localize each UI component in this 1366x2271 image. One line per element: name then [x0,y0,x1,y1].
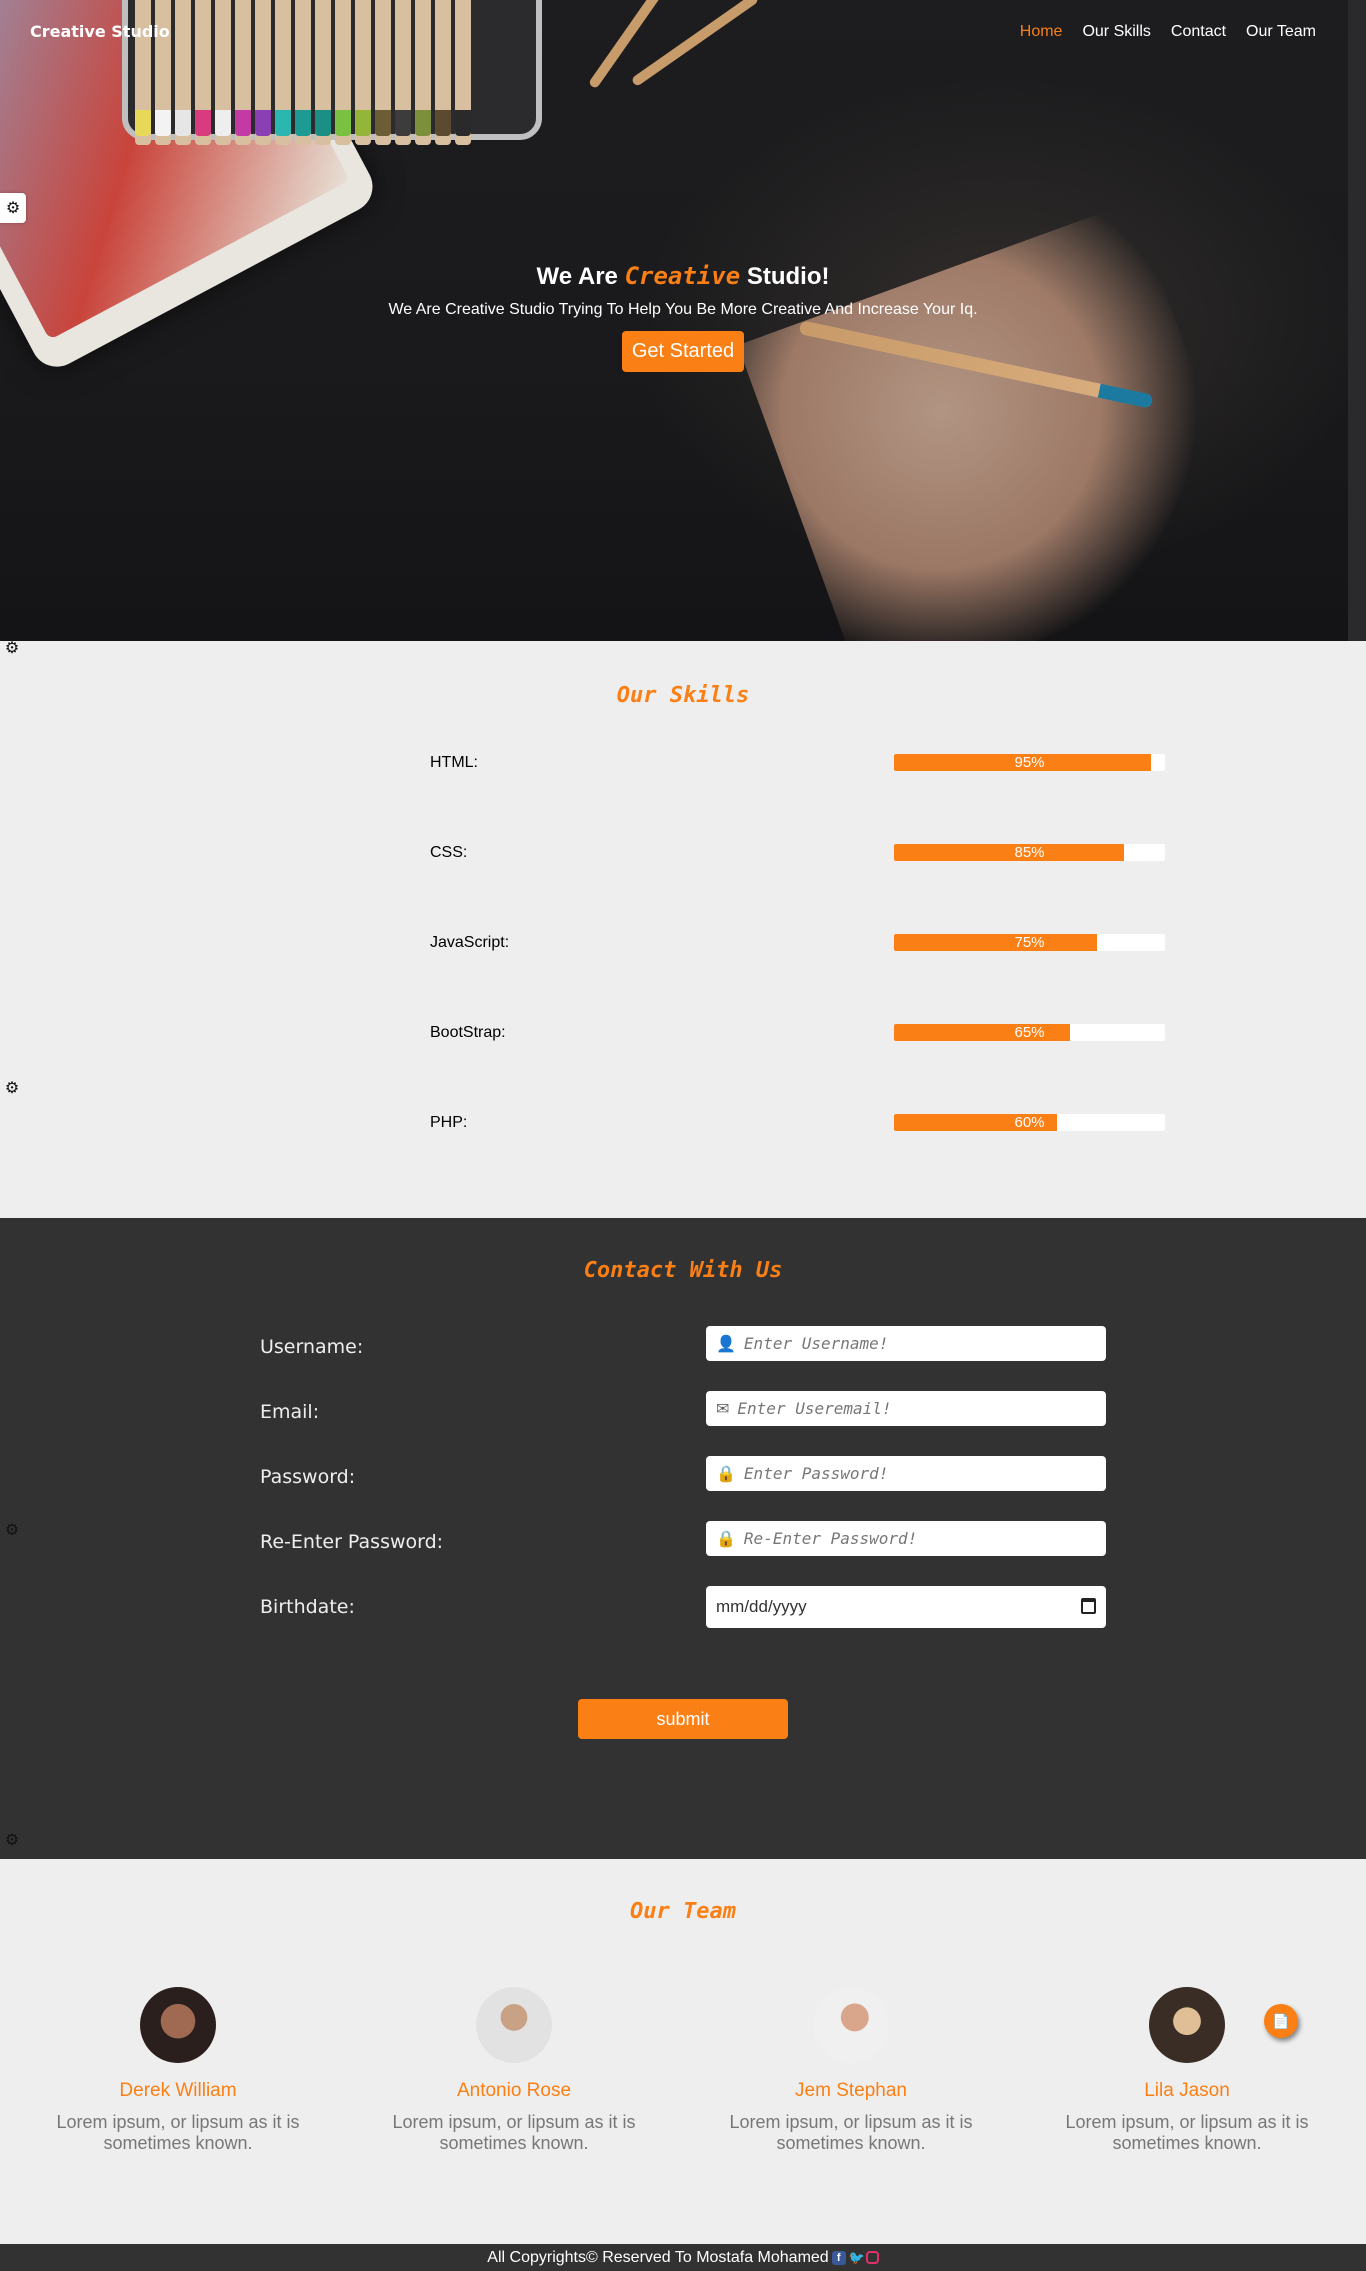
facebook-icon[interactable]: f [831,2250,846,2265]
brand-logo[interactable]: Creative Studio [30,22,170,41]
hero-section: Creative Studio Home Our Skills Contact … [0,0,1366,641]
form-row-email: Email: ✉ Enter Useremail! [260,1391,1106,1427]
team-member-card: Antonio Rose Lorem ipsum, or lipsum as i… [364,1987,664,2154]
hero-title-after: Studio! [746,263,830,290]
team-section: Our Team Derek William Lorem ipsum, or l… [0,1859,1366,2244]
skill-percent: 65% [1014,1024,1045,1041]
lock-icon: 🔒 [716,1465,736,1483]
password-field[interactable]: 🔒 Enter Password! [706,1456,1106,1491]
twitter-icon[interactable]: 🐦 [849,2250,865,2265]
member-description: Lorem ipsum, or lipsum as it is sometime… [729,2112,973,2153]
hero-title: We Are Creative Studio! [0,262,1366,291]
user-icon: 👤 [716,1335,736,1353]
username-placeholder: Enter Username! [743,1334,889,1353]
password-label: Password: [260,1466,356,1488]
contact-section: Contact With Us Username: 👤 Enter Userna… [0,1218,1366,1859]
skill-percent: 75% [1014,934,1045,951]
birthdate-label: Birthdate: [260,1596,355,1618]
settings-gear-icon[interactable]: ⚙ [0,1830,24,1850]
birthdate-field[interactable]: mm/dd/yyyy [706,1586,1106,1628]
skill-percent: 85% [1014,844,1045,861]
footer-copyright: All Copyrights© Reserved To Mostafa Moha… [487,2248,829,2266]
skill-row: JavaScript: 75% [430,934,1165,952]
skill-percent: 95% [1014,754,1045,771]
skill-name: HTML: [430,754,478,771]
nav-item-contact[interactable]: Contact [1171,23,1226,41]
email-label: Email: [260,1401,320,1423]
lock-icon: 🔒 [716,1530,736,1548]
nav-menu: Home Our Skills Contact Our Team [1020,23,1316,41]
team-member-card: Derek William Lorem ipsum, or lipsum as … [28,1987,328,2154]
member-name: Lila Jason [1144,2080,1230,2101]
skill-row: HTML: 95% [430,754,1165,772]
skill-progress-bar: 60% [894,1114,1165,1131]
username-label: Username: [260,1336,364,1358]
member-description: Lorem ipsum, or lipsum as it is sometime… [1065,2112,1309,2153]
document-floating-icon[interactable]: 📄 [1264,2004,1298,2038]
member-description: Lorem ipsum, or lipsum as it is sometime… [392,2112,636,2153]
reenter-password-placeholder: Re-Enter Password! [743,1529,918,1548]
navbar: Creative Studio Home Our Skills Contact … [0,0,1366,64]
member-name: Antonio Rose [456,2080,572,2101]
nav-item-home[interactable]: Home [1020,23,1063,41]
team-member-card: Jem Stephan Lorem ipsum, or lipsum as it… [701,1987,1001,2154]
skill-row: PHP: 60% [430,1114,1165,1132]
birthdate-placeholder: mm/dd/yyyy [716,1597,807,1616]
nav-item-our-skills[interactable]: Our Skills [1082,23,1150,41]
avatar [1149,1987,1225,2063]
password-placeholder: Enter Password! [743,1464,889,1483]
skill-name: PHP: [430,1114,468,1131]
nav-item-our-team[interactable]: Our Team [1246,23,1316,41]
hero-title-highlight: Creative [624,262,741,290]
skill-name: CSS: [430,844,468,861]
username-field[interactable]: 👤 Enter Username! [706,1326,1106,1361]
member-description: Lorem ipsum, or lipsum as it is sometime… [56,2112,300,2153]
avatar [476,1987,552,2063]
reenter-password-field[interactable]: 🔒 Re-Enter Password! [706,1521,1106,1556]
hero-content: We Are Creative Studio! We Are Creative … [0,262,1366,372]
calendar-icon[interactable] [1081,1598,1096,1614]
team-title: Our Team [630,1899,736,1924]
skill-name: JavaScript: [430,934,510,951]
settings-gear-icon[interactable]: ⚙ [0,193,26,223]
email-field[interactable]: ✉ Enter Useremail! [706,1391,1106,1426]
avatar [140,1987,216,2063]
envelope-icon: ✉ [716,1400,730,1418]
skill-progress-bar: 95% [894,754,1165,771]
email-placeholder: Enter Useremail! [737,1399,892,1418]
skill-row: BootStrap: 65% [430,1024,1165,1042]
skill-name: BootStrap: [430,1024,506,1041]
hero-title-before: We Are [536,263,618,290]
skill-progress-bar: 85% [894,844,1165,861]
settings-gear-icon[interactable]: ⚙ [0,638,24,658]
skills-title: Our Skills [616,683,750,708]
member-name: Jem Stephan [795,2080,907,2101]
skill-percent: 60% [1014,1114,1045,1131]
instagram-icon[interactable] [865,2251,879,2264]
form-row-birthdate: Birthdate: mm/dd/yyyy [260,1586,1106,1628]
skill-row: CSS: 85% [430,844,1165,862]
member-name: Derek William [119,2080,237,2101]
reenter-password-label: Re-Enter Password: [260,1531,444,1553]
contact-title: Contact With Us [583,1258,783,1283]
avatar [813,1987,889,2063]
settings-gear-icon[interactable]: ⚙ [0,1078,24,1098]
get-started-button[interactable]: Get Started [621,331,745,372]
skills-section: Our Skills HTML: 95% CSS: 85% JavaScript… [0,641,1366,1218]
submit-button[interactable]: submit [578,1699,788,1739]
form-row-reenter-password: Re-Enter Password: 🔒 Re-Enter Password! [260,1521,1106,1557]
footer: All Copyrights© Reserved To Mostafa Moha… [0,2244,1366,2271]
skill-progress-bar: 75% [894,934,1165,951]
hero-subtitle: We Are Creative Studio Trying To Help Yo… [388,301,978,318]
settings-gear-icon[interactable]: ⚙ [0,1520,24,1540]
form-row-password: Password: 🔒 Enter Password! [260,1456,1106,1492]
skill-progress-bar: 65% [894,1024,1165,1041]
form-row-username: Username: 👤 Enter Username! [260,1326,1106,1362]
